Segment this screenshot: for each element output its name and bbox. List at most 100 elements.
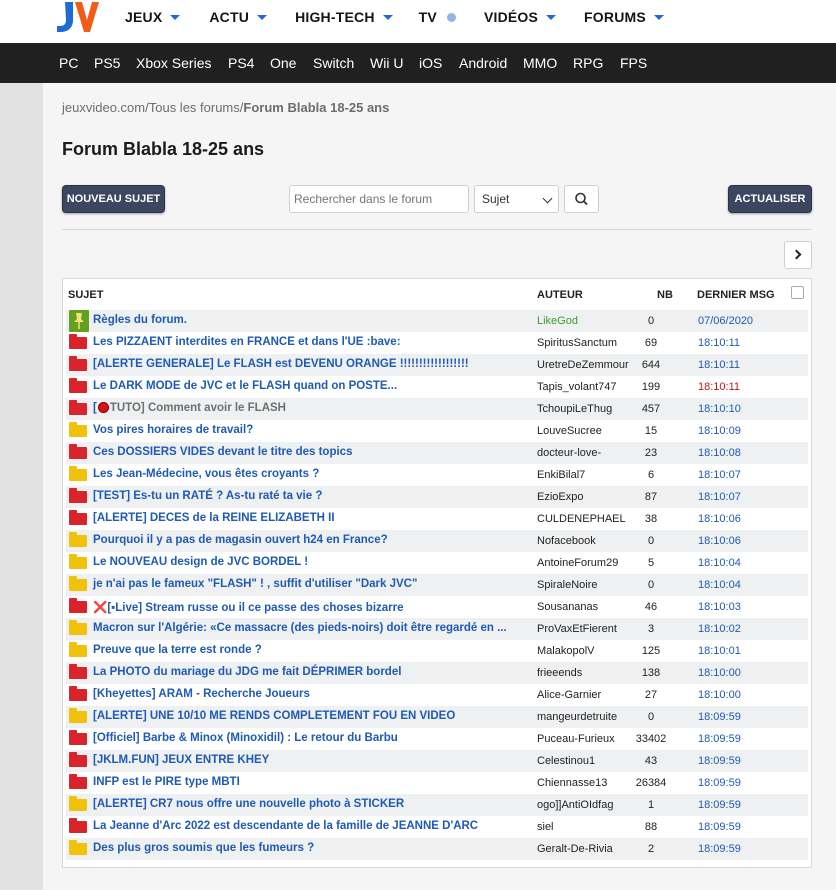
topic-author[interactable]: MalakopolV [537, 645, 594, 657]
topic-link[interactable]: Les Jean-Médecine, vous êtes croyants ? [93, 468, 319, 480]
topic-last-message[interactable]: 18:10:00 [698, 689, 741, 701]
table-row[interactable]: Ces DOSSIERS VIDES devant le titre des t… [66, 442, 808, 464]
topic-link[interactable]: La Jeanne d'Arc 2022 est descendante de … [93, 820, 478, 832]
topic-link[interactable]: [JKLM.FUN] JEUX ENTRE KHEY [93, 754, 269, 766]
search-scope-select[interactable]: Sujet [474, 185, 559, 213]
topic-link[interactable]: ❌[▪Live] Stream russe ou il ce passe des… [93, 600, 404, 614]
topic-author[interactable]: EzioExpo [537, 491, 583, 503]
table-row[interactable]: je n'ai pas le fameux "FLASH" ! , suffit… [66, 574, 808, 596]
topic-last-message[interactable]: 18:10:00 [698, 667, 741, 679]
topic-last-message[interactable]: 18:10:02 [698, 623, 741, 635]
topic-link[interactable]: [ALERTE GENERALE] Le FLASH est DEVENU OR… [93, 358, 469, 370]
topic-author[interactable]: EnkiBilal7 [537, 469, 585, 481]
table-row[interactable]: Des plus gros soumis que les fumeurs ? Ge… [66, 838, 808, 860]
topic-author[interactable]: Sousananas [537, 601, 598, 613]
nav-item-forums[interactable]: FORUMS [584, 9, 664, 25]
topic-link[interactable]: je n'ai pas le fameux "FLASH" ! , suffit… [93, 578, 417, 590]
table-row[interactable]: INFP est le PIRE type MBTI Chiennasse13 26… [66, 772, 808, 794]
topic-link[interactable]: Des plus gros soumis que les fumeurs ? [93, 842, 314, 854]
topic-author[interactable]: docteur-love- [537, 447, 601, 459]
topic-last-message[interactable]: 18:09:59 [698, 777, 741, 789]
topic-link[interactable]: [ALERTE] DECES de la REINE ELIZABETH II [93, 512, 335, 524]
topic-last-message[interactable]: 18:10:04 [698, 557, 741, 569]
table-row[interactable]: Pourquoi il y a pas de magasin ouvert h2… [66, 530, 808, 552]
topic-last-message[interactable]: 18:09:59 [698, 843, 741, 855]
platform-link-ps4[interactable]: PS4 [228, 55, 254, 71]
topic-author[interactable]: LikeGod [537, 315, 578, 327]
table-row[interactable]: Le NOUVEAU design de JVC BORDEL ! Antoine… [66, 552, 808, 574]
topic-author[interactable]: CULDENEPHAEL [537, 513, 626, 525]
table-row[interactable]: Macron sur l'Algérie: «Ce massacre (des … [66, 618, 808, 640]
topic-link[interactable]: INFP est le PIRE type MBTI [93, 776, 240, 788]
topic-link[interactable]: La PHOTO du mariage du JDG me fait DÉPRI… [93, 666, 401, 678]
topic-last-message[interactable]: 18:09:59 [698, 711, 741, 723]
topic-author[interactable]: Tapis_volant747 [537, 381, 617, 393]
topic-link[interactable]: [Officiel] Barbe & Minox (Minoxidil) : L… [93, 732, 398, 744]
topic-link[interactable]: [TEST] Es-tu un RATÉ ? As-tu raté ta vie… [93, 490, 322, 502]
platform-link-one[interactable]: One [270, 55, 296, 71]
topic-link[interactable]: Pourquoi il y a pas de magasin ouvert h2… [93, 534, 388, 546]
table-row[interactable]: [Officiel] Barbe & Minox (Minoxidil) : L… [66, 728, 808, 750]
table-row[interactable]: [ALERTE] DECES de la REINE ELIZABETH II C… [66, 508, 808, 530]
topic-last-message[interactable]: 18:10:03 [698, 601, 741, 613]
breadcrumb-site-link[interactable]: jeuxvideo.com [62, 100, 145, 115]
nav-item-tv[interactable]: TV [419, 9, 456, 25]
topic-link[interactable]: Le NOUVEAU design de JVC BORDEL ! [93, 556, 308, 568]
topic-author[interactable]: Geralt-De-Rivia [537, 843, 613, 855]
topic-author[interactable]: TchoupiLeThug [537, 403, 612, 415]
platform-link-pc[interactable]: PC [59, 55, 78, 71]
platform-link-fps[interactable]: FPS [620, 55, 647, 71]
nav-item-jeux[interactable]: JEUX [125, 9, 181, 25]
topic-last-message[interactable]: 18:10:08 [698, 447, 741, 459]
table-row[interactable]: [ALERTE] UNE 10/10 ME RENDS COMPLETEMENT… [66, 706, 808, 728]
topic-last-message[interactable]: 18:09:59 [698, 755, 741, 767]
topic-author[interactable]: SpiraleNoire [537, 579, 598, 591]
topic-author[interactable]: Puceau-Furieux [537, 733, 615, 745]
forum-search-input[interactable]: Rechercher dans le forum [289, 185, 469, 213]
topic-last-message[interactable]: 18:09:59 [698, 733, 741, 745]
topic-last-message[interactable]: 18:10:06 [698, 535, 741, 547]
topic-link[interactable]: Les PIZZAENT interdites en FRANCE et dan… [93, 336, 401, 348]
topic-author[interactable]: ProVaxEtFierent [537, 623, 617, 635]
table-row[interactable]: Les Jean-Médecine, vous êtes croyants ? E… [66, 464, 808, 486]
topic-link[interactable]: [ALERTE] CR7 nous offre une nouvelle pho… [93, 798, 404, 810]
topic-last-message[interactable]: 07/06/2020 [698, 315, 753, 327]
table-row[interactable]: [TUTO] Comment avoir le FLASH TchoupiLeTh… [66, 398, 808, 420]
topic-author[interactable]: Alice-Garnier [537, 689, 601, 701]
topic-last-message[interactable]: 18:09:59 [698, 821, 741, 833]
topic-last-message[interactable]: 18:10:11 [698, 337, 740, 349]
new-topic-button[interactable]: NOUVEAU SUJET [62, 185, 165, 213]
topic-last-message[interactable]: 18:10:11 [698, 381, 740, 393]
topic-author[interactable]: frieeends [537, 667, 582, 679]
topic-author[interactable]: UretreDeZemmour [537, 359, 629, 371]
search-button[interactable] [564, 185, 599, 213]
topic-link[interactable]: Vos pires horaires de travail? [93, 424, 253, 436]
topic-link[interactable]: Le DARK MODE de JVC et le FLASH quand on… [93, 380, 397, 392]
nav-item-vid-os[interactable]: VIDÉOS [484, 9, 557, 25]
topic-author[interactable]: mangeurdetruite [537, 711, 617, 723]
table-row[interactable]: Preuve que la terre est ronde ? Malakopol… [66, 640, 808, 662]
platform-link-mmo[interactable]: MMO [523, 55, 557, 71]
next-page-button[interactable] [784, 241, 812, 269]
refresh-button[interactable]: ACTUALISER [728, 185, 812, 213]
nav-item-high-tech[interactable]: HIGH-TECH [295, 9, 393, 25]
table-row[interactable]: La Jeanne d'Arc 2022 est descendante de … [66, 816, 808, 838]
topic-author[interactable]: Chiennasse13 [537, 777, 607, 789]
table-row[interactable]: [JKLM.FUN] JEUX ENTRE KHEY Celestinou1 43 1… [66, 750, 808, 772]
jv-logo-icon[interactable] [57, 0, 101, 34]
table-row[interactable]: [ALERTE] CR7 nous offre une nouvelle pho… [66, 794, 808, 816]
topic-author[interactable]: siel [537, 821, 554, 833]
table-row[interactable]: ❌[▪Live] Stream russe ou il ce passe des… [66, 596, 808, 618]
topic-last-message[interactable]: 18:10:01 [698, 645, 741, 657]
table-row[interactable]: [TEST] Es-tu un RATÉ ? As-tu raté ta vie… [66, 486, 808, 508]
table-row[interactable]: [Kheyettes] ARAM - Recherche Joueurs Alic… [66, 684, 808, 706]
topic-last-message[interactable]: 18:10:04 [698, 579, 741, 591]
select-all-checkbox[interactable] [791, 286, 804, 299]
topic-link[interactable]: [TUTO] Comment avoir le FLASH [93, 402, 286, 414]
topic-last-message[interactable]: 18:10:11 [698, 359, 740, 371]
topic-link[interactable]: Preuve que la terre est ronde ? [93, 644, 262, 656]
platform-link-xbox-series[interactable]: Xbox Series [136, 55, 211, 71]
topic-link[interactable]: [ALERTE] UNE 10/10 ME RENDS COMPLETEMENT… [93, 710, 455, 722]
table-row[interactable]: Le DARK MODE de JVC et le FLASH quand on… [66, 376, 808, 398]
platform-link-ios[interactable]: iOS [419, 55, 442, 71]
